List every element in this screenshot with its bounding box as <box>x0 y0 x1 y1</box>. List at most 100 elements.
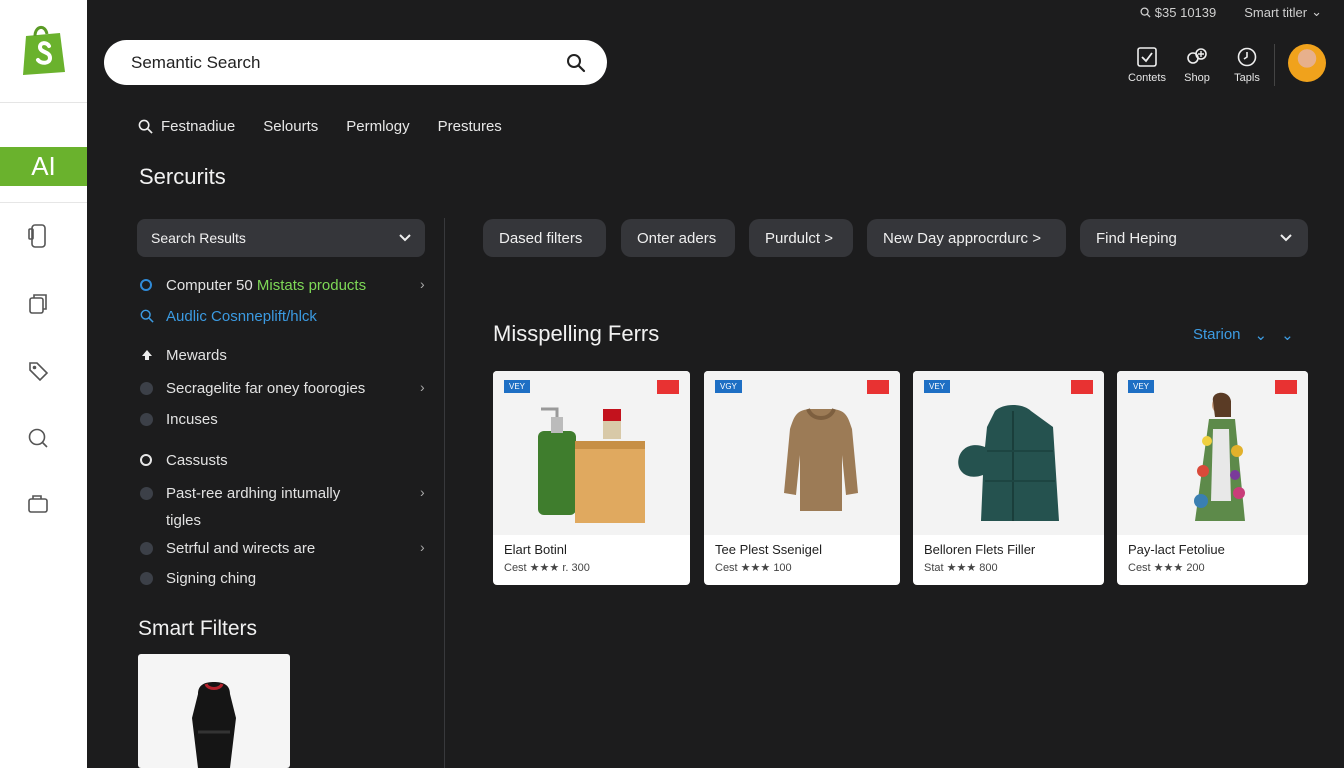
bottle-image <box>538 407 645 523</box>
list-item[interactable]: Secragelite far oney foorogies › <box>140 379 432 402</box>
product-card[interactable]: VEY Pay-lact Fetoliue Cest ★★★ 200 <box>1117 371 1308 585</box>
search-icon <box>138 119 153 134</box>
smart-filter-preview[interactable] <box>138 654 290 768</box>
product-name: Elart Botinl <box>504 542 567 557</box>
nav-tabs: Festnadiue Selourts Permlogy Prestures <box>138 118 502 135</box>
top-action-contets[interactable]: Contets <box>1122 46 1172 84</box>
circle-icon <box>140 454 152 466</box>
results-title: Misspelling Ferrs <box>493 321 660 346</box>
product-card[interactable]: VEY Belloren Flets Filler Stat ★★★ 800 <box>913 371 1104 585</box>
list-item[interactable]: Cassusts <box>140 451 432 474</box>
top-action-label: Tapls <box>1234 72 1260 84</box>
semantic-search-bar[interactable] <box>104 40 607 85</box>
product-card[interactable]: VGY Tee Plest Ssenigel Cest ★★★ 100 <box>704 371 900 585</box>
tab-prestures[interactable]: Prestures <box>438 118 502 135</box>
phone-icon[interactable] <box>24 222 52 250</box>
tab-festnadiue[interactable]: Festnadiue <box>138 118 235 135</box>
chevron-down-icon: ⌄ <box>1254 327 1268 344</box>
top-action-label: Contets <box>1128 72 1166 84</box>
logo-area <box>0 0 87 103</box>
filter-chip[interactable]: Dased filters <box>483 219 606 257</box>
top-search-stat-text: $35 10139 <box>1154 4 1217 20</box>
list-item[interactable]: Computer 50 Mistats products › <box>140 276 432 299</box>
find-heping-select[interactable]: Find Heping <box>1080 219 1308 257</box>
filter-chip[interactable]: Purdulct > <box>749 219 853 257</box>
list-item-text: Mewards <box>166 347 227 364</box>
chevron-right-icon: › <box>420 539 425 555</box>
search-icon <box>1140 6 1151 18</box>
sort-label: Starion <box>1193 326 1241 343</box>
rail-divider <box>0 202 87 203</box>
panel-divider <box>444 218 445 768</box>
product-meta: Cest ★★★ 100 <box>715 562 792 574</box>
chat-icon[interactable] <box>24 424 52 452</box>
dress-model-image <box>1194 392 1245 521</box>
top-action-shop[interactable]: Shop <box>1172 46 1222 84</box>
ai-badge[interactable]: AI <box>0 147 87 186</box>
chevron-right-icon: › <box>420 276 425 292</box>
product-name: Tee Plest Ssenigel <box>715 542 822 557</box>
list-item[interactable]: Signing ching <box>140 569 432 592</box>
list-item[interactable]: Setrful and wirects are › <box>140 539 432 562</box>
product-meta: Cest ★★★ r. 300 <box>504 562 590 574</box>
tab-permlogy[interactable]: Permlogy <box>346 118 409 135</box>
arrow-up-icon <box>142 350 152 360</box>
search-icon <box>140 309 154 323</box>
dot-icon <box>140 381 153 395</box>
chevron-right-icon: › <box>420 484 425 500</box>
search-input[interactable] <box>131 52 565 73</box>
copy-icon[interactable] <box>24 290 52 318</box>
left-rail: AI <box>0 0 87 768</box>
product-card[interactable]: VEY Elart Botinl Cest ★★★ r. 300 <box>493 371 690 585</box>
folder-icon[interactable] <box>24 490 52 518</box>
list-item[interactable]: Audlic Cosnneplift/hlck <box>140 307 432 330</box>
find-heping-label: Find Heping <box>1096 229 1177 247</box>
dot-icon <box>140 541 153 555</box>
top-search-stat[interactable]: $35 10139 <box>1140 4 1216 20</box>
filter-chip[interactable]: Onter aders <box>621 219 735 257</box>
filter-chip[interactable]: New Day approcrdurc > <box>867 219 1066 257</box>
list-item[interactable]: Incuses <box>140 410 432 433</box>
product-image: VEY <box>1117 371 1308 535</box>
product-image: VGY <box>704 371 900 535</box>
shopping-bag-logo-icon[interactable] <box>20 22 68 81</box>
coat-image <box>784 408 858 511</box>
smart-titler-menu[interactable]: Smart titler ⌄ <box>1244 4 1322 20</box>
search-icon[interactable] <box>565 52 587 74</box>
smart-filters-title: Smart Filters <box>138 617 258 640</box>
clock-icon <box>1237 47 1257 67</box>
circle-icon <box>140 279 152 291</box>
list-item-text: Secragelite far oney foorogies <box>166 380 366 397</box>
list-item-text: Setrful and wirects are <box>166 540 316 557</box>
header-divider <box>1274 44 1275 86</box>
tab-label: Festnadiue <box>161 118 236 135</box>
dot-icon <box>140 412 153 426</box>
chevron-down-icon: ⌄ <box>1311 4 1322 19</box>
list-item[interactable]: Past-ree ardhing intumally tigles › <box>140 484 432 534</box>
list-item-text: Computer 50 <box>166 277 257 294</box>
top-actions: Contets Shop Tapls <box>1122 46 1272 84</box>
product-name: Pay-lact Fetoliue <box>1128 542 1225 557</box>
chevron-down-icon <box>399 234 411 242</box>
results-select[interactable]: Search Results <box>137 219 425 257</box>
chevron-down-icon <box>1280 234 1292 242</box>
checklist-icon <box>1137 47 1157 67</box>
chevron-down-icon: ⌄ <box>1281 327 1294 344</box>
top-action-tapls[interactable]: Tapls <box>1222 46 1272 84</box>
results-select-value: Search Results <box>151 230 246 246</box>
vest-image <box>958 405 1059 521</box>
list-item-text: Signing ching <box>166 570 257 587</box>
product-image: VEY <box>493 371 690 535</box>
list-item-text: Incuses <box>166 411 218 428</box>
list-item-highlight: Mistats products <box>256 277 367 294</box>
avatar[interactable] <box>1288 44 1326 82</box>
sort-control[interactable]: Starion ⌄ ⌄ <box>1193 326 1294 344</box>
list-item-text: Past-ree ardhing intumally tigles <box>166 485 341 529</box>
tag-icon[interactable] <box>24 357 52 385</box>
list-item[interactable]: Mewards <box>140 346 432 369</box>
tab-selourts[interactable]: Selourts <box>263 118 318 135</box>
dress-image <box>192 682 236 768</box>
dot-icon <box>140 571 153 585</box>
product-name: Belloren Flets Filler <box>924 542 1036 557</box>
dot-icon <box>140 486 153 500</box>
